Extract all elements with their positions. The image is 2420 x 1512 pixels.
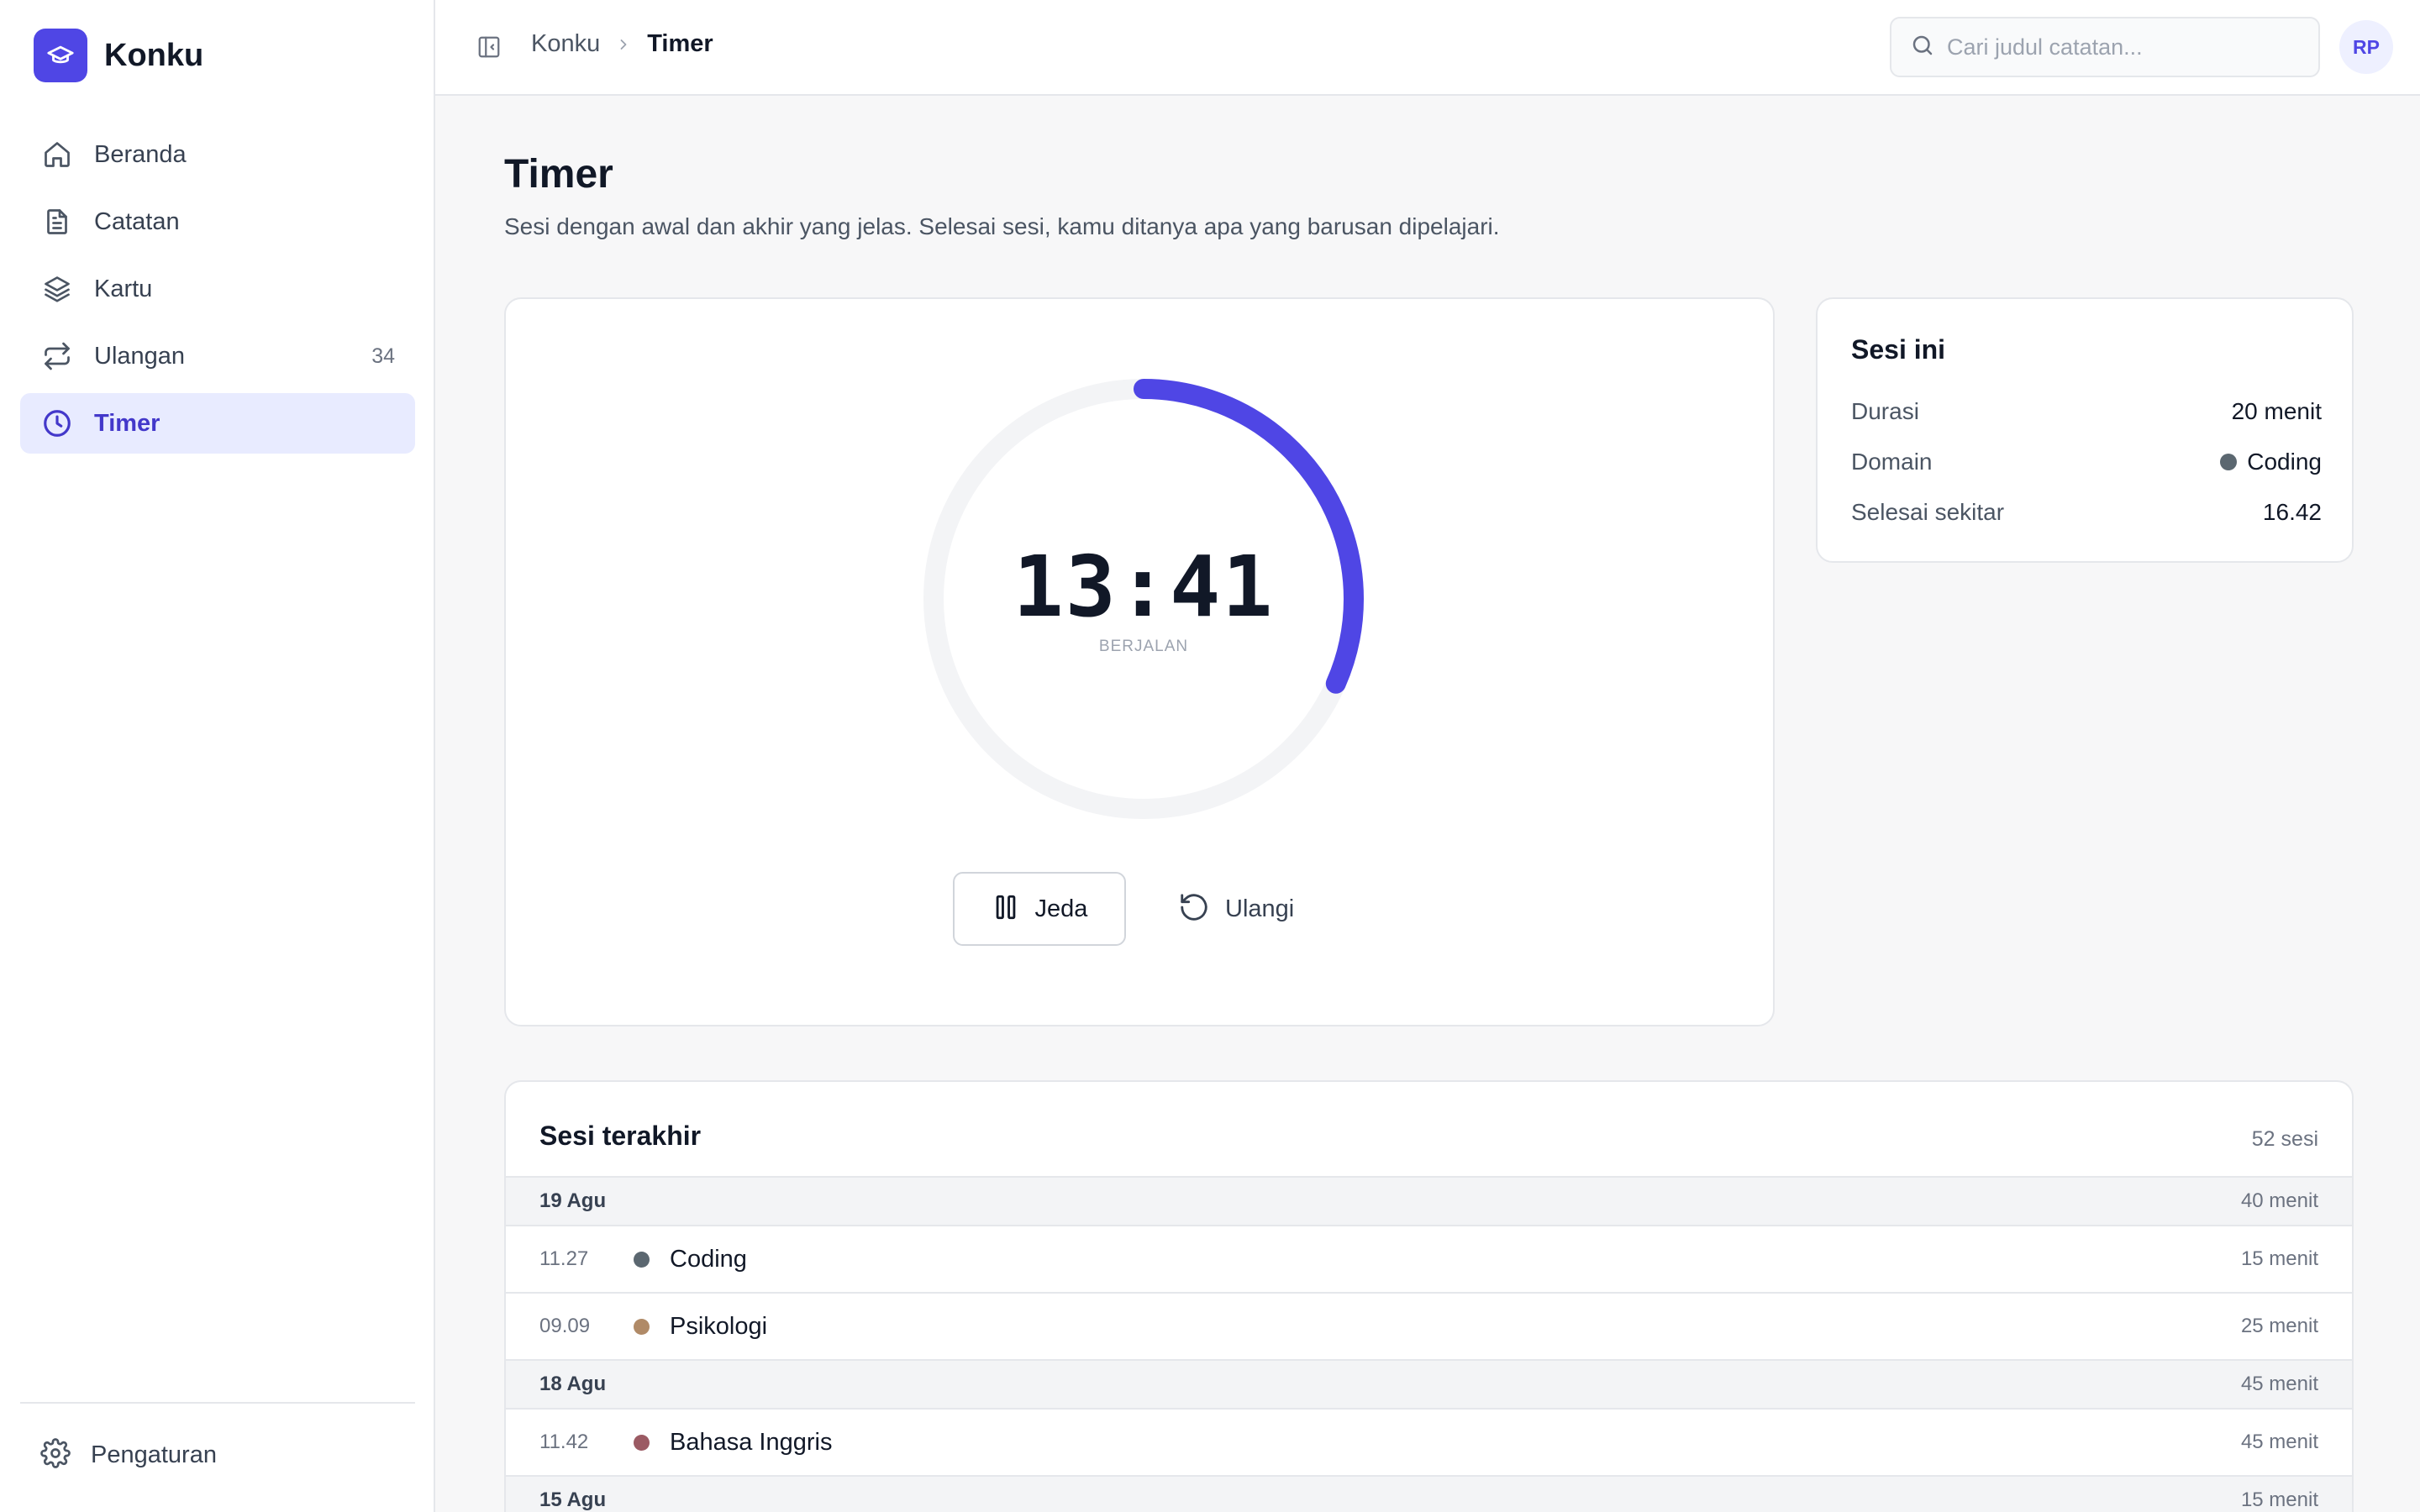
sidebar-item-catatan[interactable]: Catatan (20, 192, 415, 252)
page-title: Timer (504, 152, 613, 197)
brand-name: Konku (104, 37, 204, 73)
breadcrumb-current: Timer (647, 30, 713, 57)
session-domain: Psikologi (670, 1312, 768, 1340)
sidebar-item-label: Beranda (94, 140, 187, 168)
sidebar-item-label: Timer (94, 409, 160, 437)
recent-sessions-count: 52 sesi (2251, 1127, 2318, 1151)
session-row[interactable]: 11.27 Coding 15 menit (506, 1225, 2352, 1292)
recent-sessions-card: Sesi terakhir 52 sesi 19 Agu 40 menit 11… (504, 1080, 2354, 1512)
layers-icon (40, 272, 74, 306)
date-group-header: 18 Agu 45 menit (506, 1359, 2352, 1408)
group-date: 19 Agu (539, 1189, 607, 1212)
rotate-ccw-icon (1178, 891, 1210, 927)
session-row[interactable]: 11.42 Bahasa Inggris 45 menit (506, 1408, 2352, 1475)
settings-label: Pengaturan (91, 1441, 217, 1468)
session-duration: 25 menit (2240, 1315, 2318, 1337)
sidebar-item-label: Catatan (94, 207, 180, 235)
home-icon (40, 138, 74, 171)
reset-button-label: Ulangi (1225, 895, 1295, 922)
sidebar-item-beranda[interactable]: Beranda (20, 124, 415, 185)
date-group-header: 15 Agu 15 menit (506, 1475, 2352, 1512)
group-date: 18 Agu (539, 1373, 607, 1395)
sidebar: Konku Beranda Catatan Kartu Ulangan 34 T… (0, 0, 435, 1512)
sidebar-item-kartu[interactable]: Kartu (20, 259, 415, 319)
sidebar-item-settings[interactable]: Pengaturan (20, 1425, 415, 1485)
recent-sessions-list: 19 Agu 40 menit 11.27 Coding 15 menit 09… (506, 1176, 2352, 1512)
duration-label: Durasi (1851, 398, 1919, 424)
sidebar-item-timer[interactable]: Timer (20, 393, 415, 454)
domain-color-dot (634, 1318, 650, 1335)
group-date: 15 Agu (539, 1488, 607, 1511)
search-icon (1910, 33, 1935, 62)
timer-card: 13:41 BERJALAN Jeda Ulangi (504, 297, 1775, 1026)
gear-icon (40, 1437, 71, 1473)
domain-color-dot (2220, 454, 2238, 470)
sidebar-item-label: Ulangan (94, 342, 186, 370)
domain-row: Domain Coding (1851, 449, 2322, 475)
date-group-header: 19 Agu 40 menit (506, 1176, 2352, 1225)
group-total: 45 menit (2240, 1373, 2318, 1395)
duration-row: Durasi 20 menit (1851, 398, 2322, 425)
repeat-icon (40, 339, 74, 373)
sidebar-divider (20, 1402, 415, 1404)
sidebar-item-label: Kartu (94, 275, 153, 302)
finish-value: 16.42 (2262, 499, 2322, 525)
session-card-title: Sesi ini (1851, 334, 1946, 365)
graduation-cap-icon (34, 29, 87, 82)
avatar[interactable]: RP (2339, 20, 2393, 74)
domain-value-wrap: Coding (2220, 449, 2322, 475)
session-duration: 15 menit (2240, 1247, 2318, 1270)
finish-row: Selesai sekitar 16.42 (1851, 499, 2322, 526)
review-count-badge: 34 (371, 344, 395, 368)
session-domain: Bahasa Inggris (670, 1428, 833, 1456)
document-icon (40, 205, 74, 239)
domain-color-dot (634, 1251, 650, 1268)
page-subtitle: Sesi dengan awal dan akhir yang jelas. S… (504, 213, 1500, 239)
chevron-right-icon (615, 36, 632, 53)
session-duration: 45 menit (2240, 1431, 2318, 1453)
session-row[interactable]: 09.09 Psikologi 25 menit (506, 1292, 2352, 1359)
domain-label: Domain (1851, 449, 1933, 475)
search-box[interactable] (1890, 17, 2320, 77)
duration-value: 20 menit (2231, 398, 2322, 424)
panel-left-icon (478, 36, 500, 58)
breadcrumb-root[interactable]: Konku (531, 30, 600, 58)
time-remaining: 13:41 (1013, 537, 1275, 636)
search-input[interactable] (1947, 34, 2300, 60)
sidebar-item-ulangan[interactable]: Ulangan 34 (20, 326, 415, 386)
recent-sessions-title: Sesi terakhir (539, 1121, 702, 1151)
sidebar-toggle-button[interactable] (472, 30, 506, 64)
domain-color-dot (634, 1434, 650, 1451)
group-total: 40 menit (2240, 1189, 2318, 1212)
sidebar-nav: Beranda Catatan Kartu Ulangan 34 Timer (20, 124, 415, 460)
session-time: 11.42 (539, 1431, 589, 1453)
timer-ring: 13:41 BERJALAN (921, 376, 1366, 822)
domain-value: Coding (2247, 449, 2322, 475)
pause-button-label: Jeda (1034, 895, 1088, 922)
time-display: 13:41 BERJALAN (921, 376, 1366, 822)
brand[interactable]: Konku (34, 29, 203, 82)
clock-icon (40, 407, 74, 440)
topbar: Konku Timer RP (435, 0, 2420, 96)
breadcrumb: Konku Timer (531, 30, 713, 58)
app-root: Konku Beranda Catatan Kartu Ulangan 34 T… (0, 0, 2420, 1512)
session-card: Sesi ini Durasi 20 menit Domain Coding S… (1816, 297, 2354, 563)
finish-label: Selesai sekitar (1851, 499, 2005, 525)
timer-status: BERJALAN (1098, 637, 1189, 655)
session-domain: Coding (670, 1245, 747, 1273)
session-time: 09.09 (539, 1315, 591, 1337)
pause-button[interactable]: Jeda (953, 872, 1126, 946)
session-time: 11.27 (539, 1247, 589, 1270)
pause-icon (992, 893, 1020, 926)
group-total: 15 menit (2240, 1488, 2318, 1511)
reset-button[interactable]: Ulangi (1178, 872, 1321, 946)
